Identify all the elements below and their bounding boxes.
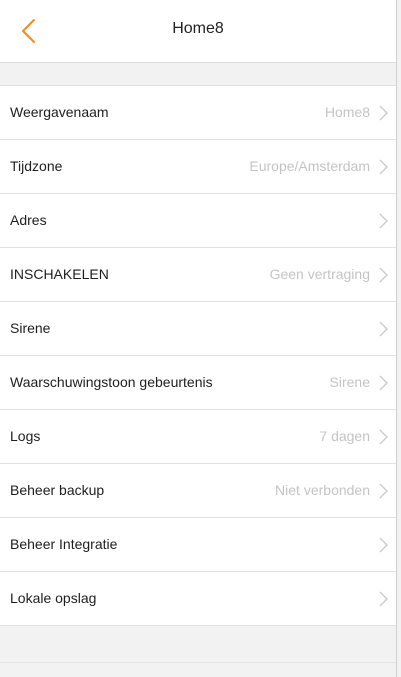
page-title: Home8 (172, 20, 224, 37)
chevron-right-icon (379, 321, 388, 337)
setting-row-address[interactable]: Adres (0, 194, 396, 248)
chevron-right-icon (379, 159, 388, 175)
setting-label: Adres (10, 212, 47, 228)
setting-row-integration[interactable]: Beheer Integratie (0, 518, 396, 572)
chevron-right-icon (379, 105, 388, 121)
chevron-right-icon (379, 267, 388, 283)
setting-row-arm-delay[interactable]: INSCHAKELEN Geen vertraging (0, 248, 396, 302)
chevron-right-icon (379, 429, 388, 445)
setting-label: Weergavenaam (10, 104, 109, 120)
setting-row-logs[interactable]: Logs 7 dagen (0, 410, 396, 464)
setting-value: 7 dagen (319, 428, 370, 444)
setting-label: Logs (10, 428, 41, 444)
setting-label: Waarschuwingstoon gebeurtenis (10, 374, 213, 390)
setting-row-backup[interactable]: Beheer backup Niet verbonden (0, 464, 396, 518)
setting-label: Sirene (10, 320, 51, 336)
settings-screen: Home8 Weergavenaam Home8 Tijdzone Europe… (0, 0, 397, 677)
setting-row-local-storage[interactable]: Lokale opslag (0, 572, 396, 626)
setting-label: Beheer backup (10, 482, 105, 498)
back-button[interactable] (14, 14, 48, 48)
setting-value: Sirene (329, 374, 370, 390)
chevron-right-icon (379, 591, 388, 607)
setting-row-timezone[interactable]: Tijdzone Europe/Amsterdam (0, 140, 396, 194)
setting-row-display-name[interactable]: Weergavenaam Home8 (0, 86, 396, 140)
chevron-right-icon (379, 375, 388, 391)
setting-label: Lokale opslag (10, 590, 97, 606)
bottom-divider (0, 662, 396, 663)
settings-list: Weergavenaam Home8 Tijdzone Europe/Amste… (0, 85, 396, 626)
chevron-right-icon (379, 483, 388, 499)
chevron-left-icon (22, 19, 35, 43)
setting-row-event-alert-tone[interactable]: Waarschuwingstoon gebeurtenis Sirene (0, 356, 396, 410)
setting-label: Beheer Integratie (10, 536, 118, 552)
setting-label: Tijdzone (10, 158, 63, 174)
setting-value: Home8 (324, 104, 370, 120)
setting-label: INSCHAKELEN (10, 266, 109, 282)
chevron-right-icon (379, 537, 388, 553)
chevron-right-icon (379, 213, 388, 229)
setting-value: Geen vertraging (269, 266, 370, 282)
header-bar: Home8 (0, 0, 396, 63)
setting-row-siren[interactable]: Sirene (0, 302, 396, 356)
setting-value: Niet verbonden (275, 482, 370, 498)
setting-value: Europe/Amsterdam (249, 158, 370, 174)
